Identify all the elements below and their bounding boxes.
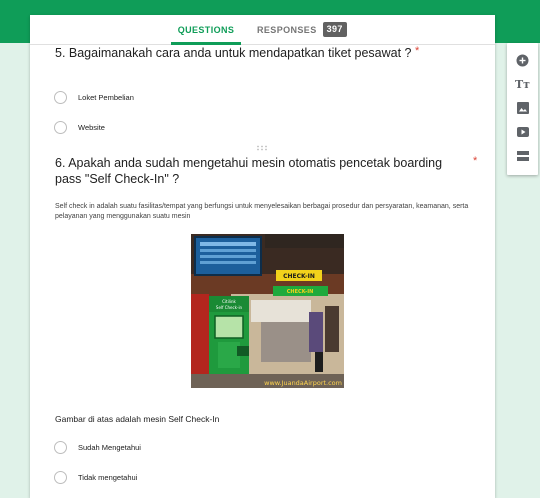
title-text-icon[interactable]: Tт [507,73,538,95]
question-5-text: 5. Bagaimanakah cara anda untuk mendapat… [55,46,412,60]
question-6-description: Self check in adalah suatu fasilitas/tem… [55,203,469,220]
section-icon[interactable] [507,145,538,167]
radio-button[interactable] [54,90,67,104]
add-question-icon[interactable] [507,49,538,71]
tab-responses[interactable]: RESPONSES 397 [257,15,347,45]
q5-option-website[interactable]: Website [54,119,105,135]
kiosk-self-check-in-label: Self Check-in [216,305,243,310]
self-check-in-photo[interactable]: CHECK-IN CHECK-IN Citilink Self Check-in… [191,234,344,388]
tab-responses-label: RESPONSES [257,25,317,35]
radio-button[interactable] [54,470,67,484]
check-in-sign-top: CHECK-IN [283,273,315,280]
kiosk-brand-label: Citilink [222,299,236,304]
q6-option-sudah[interactable]: Sudah Mengetahui [54,439,141,455]
self-check-in-photo-drawing: CHECK-IN CHECK-IN Citilink Self Check-in [191,234,344,388]
option-label: Tidak mengetahui [78,472,138,482]
editor-tabs: QUESTIONS RESPONSES 397 [30,15,495,45]
drag-handle-icon[interactable] [255,145,269,153]
photo-watermark: www.JuandaAirport.com [264,379,342,387]
radio-button[interactable] [54,120,67,134]
image-icon[interactable] [507,97,538,119]
required-asterisk: * [473,155,478,167]
question-5-title[interactable]: 5. Bagaimanakah cara anda untuk mendapat… [55,45,420,60]
option-label: Website [78,122,105,132]
tab-questions[interactable]: QUESTIONS [171,15,241,45]
check-in-sign-bottom: CHECK-IN [287,289,314,295]
question-6-image-caption: Gambar di atas adalah mesin Self Check-I… [55,414,220,424]
responses-count-badge: 397 [322,22,347,38]
question-6-title[interactable]: 6. Apakah anda sudah mengetahui mesin ot… [55,155,470,187]
title-text-glyph: Tт [514,77,530,91]
question-toolbar: Tт [507,43,538,175]
required-asterisk: * [414,45,420,57]
option-label: Loket Pembelian [78,92,134,102]
q5-option-loket[interactable]: Loket Pembelian [54,89,134,105]
radio-button[interactable] [54,440,67,454]
video-icon[interactable] [507,121,538,143]
option-label: Sudah Mengetahui [78,442,141,452]
form-editor-card: QUESTIONS RESPONSES 397 5. Bagaimanakah c… [30,15,495,498]
q6-option-tidak[interactable]: Tidak mengetahui [54,469,137,485]
